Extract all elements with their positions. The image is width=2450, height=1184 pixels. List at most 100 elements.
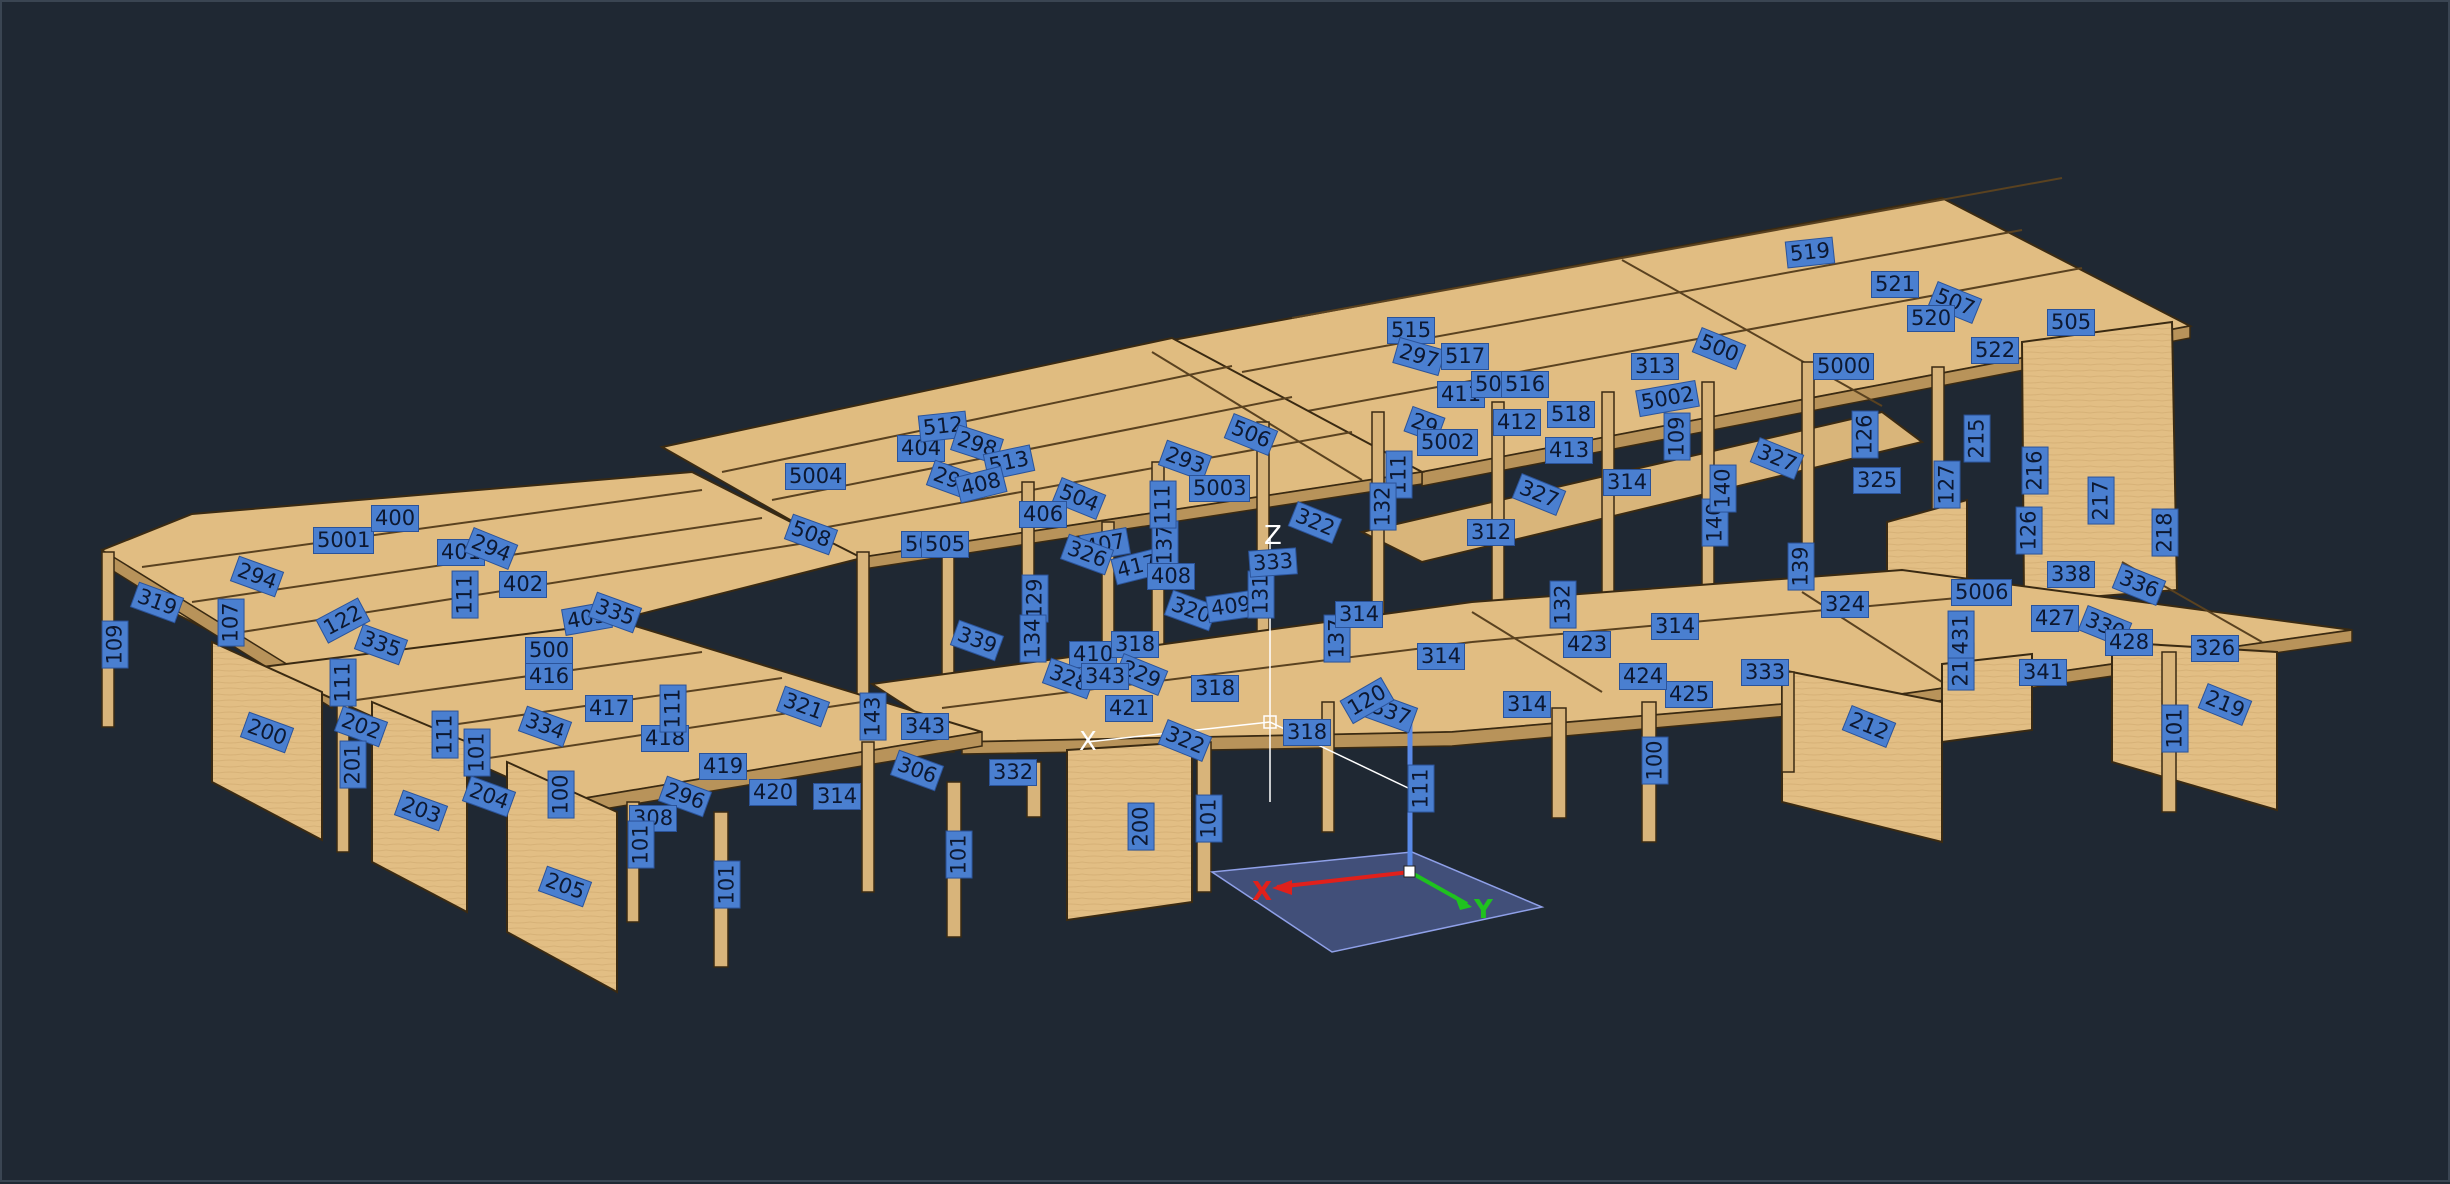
element-tag[interactable]: 408 — [1148, 564, 1195, 589]
element-tag[interactable]: 5004 — [786, 464, 846, 489]
element-tag[interactable]: 204 — [463, 776, 515, 817]
element-tag[interactable]: 100 — [548, 771, 574, 818]
element-tag[interactable]: 111 — [432, 711, 458, 758]
element-tag[interactable]: 419 — [700, 754, 747, 779]
element-tag[interactable]: 343 — [902, 714, 949, 739]
element-tag[interactable]: 516 — [1502, 372, 1549, 397]
element-tag[interactable]: 431 — [1948, 611, 1974, 658]
element-tag[interactable]: 505 — [2048, 310, 2095, 335]
element-tag[interactable]: 140 — [1710, 465, 1736, 512]
element-tag[interactable]: 420 — [750, 780, 797, 805]
element-tag[interactable]: 333 — [1249, 548, 1297, 577]
element-tag[interactable]: 312 — [1468, 520, 1515, 545]
element-tag[interactable]: 5002 — [1418, 430, 1478, 455]
element-tag[interactable]: 134 — [1020, 615, 1046, 662]
element-tag[interactable]: 131 — [1248, 571, 1274, 618]
element-tag[interactable]: 327 — [1512, 474, 1566, 515]
element-tag[interactable]: 107 — [218, 599, 244, 646]
element-tag[interactable]: 416 — [526, 664, 573, 689]
element-tag[interactable]: 139 — [1788, 543, 1814, 590]
element-tag[interactable]: 334 — [519, 706, 571, 747]
element-tag[interactable]: 111 — [1150, 481, 1176, 528]
element-tag[interactable]: 111 — [452, 571, 478, 618]
element-tag[interactable]: 341 — [2020, 660, 2067, 685]
element-tag[interactable]: 314 — [1504, 692, 1551, 717]
element-tag[interactable]: 5001 — [314, 528, 374, 553]
element-tag[interactable]: 417 — [586, 696, 633, 721]
element-tag[interactable]: 5003 — [1190, 476, 1250, 501]
element-tag[interactable]: 518 — [1548, 402, 1595, 427]
element-tag[interactable]: 111 — [330, 659, 356, 706]
element-tag[interactable]: 137 — [1152, 521, 1178, 568]
element-tag[interactable]: 101 — [628, 821, 654, 868]
element-tag[interactable]: 332 — [990, 760, 1037, 785]
element-tag[interactable]: 109 — [1664, 413, 1690, 460]
element-tag[interactable]: 203 — [395, 790, 447, 831]
element-tag[interactable]: 339 — [951, 620, 1003, 661]
element-tag[interactable]: 5002 — [1636, 381, 1700, 416]
element-tag[interactable]: 318 — [1192, 676, 1239, 701]
element-tag[interactable]: 202 — [335, 706, 387, 747]
element-tag[interactable]: 515 — [1388, 318, 1435, 343]
element-tag[interactable]: 313 — [1632, 354, 1679, 379]
element-tag[interactable]: 424 — [1620, 664, 1667, 689]
element-tag[interactable]: 101 — [946, 831, 972, 878]
element-tag[interactable]: 322 — [1288, 502, 1342, 543]
element-tag[interactable]: 101 — [1196, 795, 1222, 842]
element-tag[interactable]: 101 — [2162, 705, 2188, 752]
element-tag[interactable]: 335 — [355, 624, 407, 665]
element-tag[interactable]: 338 — [2048, 562, 2095, 587]
element-tag[interactable]: 421 — [1106, 696, 1153, 721]
element-tag[interactable]: 412 — [1494, 410, 1541, 435]
element-tag[interactable]: 521 — [1872, 272, 1919, 297]
element-tag[interactable]: 517 — [1442, 344, 1489, 369]
element-tag[interactable]: 500 — [1692, 328, 1746, 369]
element-tag[interactable]: 5000 — [1814, 354, 1874, 379]
element-tag[interactable]: 326 — [2192, 636, 2239, 661]
element-tag[interactable]: 217 — [2088, 477, 2114, 524]
element-tag[interactable]: 5006 — [1952, 580, 2012, 605]
element-tag[interactable]: 215 — [1964, 415, 1990, 462]
element-tag[interactable]: 126 — [1852, 411, 1878, 458]
element-tag[interactable]: 200 — [1128, 803, 1154, 850]
element-tag[interactable]: 314 — [1336, 602, 1383, 627]
element-tag[interactable]: 428 — [2106, 630, 2153, 655]
element-tag[interactable]: 500 — [526, 638, 573, 663]
element-tag[interactable]: 126 — [2016, 507, 2042, 554]
element-tag[interactable]: 423 — [1564, 632, 1611, 657]
element-tag[interactable]: 216 — [2022, 447, 2048, 494]
element-tag[interactable]: 519 — [1785, 237, 1835, 268]
element-tag[interactable]: 522 — [1972, 338, 2019, 363]
element-tag[interactable]: 314 — [1604, 470, 1651, 495]
element-tag[interactable]: 219 — [2198, 684, 2252, 725]
element-tag[interactable]: 101 — [714, 861, 740, 908]
element-tag[interactable]: 319 — [131, 582, 183, 623]
element-tag[interactable]: 200 — [241, 712, 293, 753]
element-tag[interactable]: 520 — [1908, 306, 1955, 331]
element-tag[interactable]: 111 — [660, 685, 686, 732]
element-tag[interactable]: 132 — [1370, 483, 1396, 530]
element-tag[interactable]: 322 — [1158, 720, 1212, 761]
element-tag[interactable]: 413 — [1546, 438, 1593, 463]
element-tag[interactable]: 508 — [785, 514, 837, 555]
element-tag[interactable]: 402 — [500, 572, 547, 597]
element-tag[interactable]: 318 — [1284, 720, 1331, 745]
element-tag[interactable]: 327 — [1750, 438, 1804, 479]
element-tag[interactable]: 212 — [1842, 706, 1896, 747]
element-tag[interactable]: 314 — [1652, 614, 1699, 639]
element-tag[interactable]: 143 — [860, 693, 886, 740]
element-tag[interactable]: 297 — [1393, 338, 1445, 375]
element-tag[interactable]: 400 — [372, 506, 419, 531]
element-tag[interactable]: 218 — [2152, 509, 2178, 556]
element-tag[interactable]: 100 — [1642, 737, 1668, 784]
element-tag[interactable]: 425 — [1666, 682, 1713, 707]
element-tag[interactable]: 293 — [1159, 440, 1211, 481]
element-tag[interactable]: 205 — [539, 866, 591, 907]
element-tag[interactable]: 333 — [1742, 660, 1789, 685]
element-tag[interactable]: 506 — [1224, 414, 1278, 455]
element-tag[interactable]: 318 — [1112, 632, 1159, 657]
element-tag[interactable]: 324 — [1822, 592, 1869, 617]
element-tag[interactable]: 314 — [1418, 644, 1465, 669]
element-tag[interactable]: 427 — [2032, 606, 2079, 631]
element-tag[interactable]: 325 — [1854, 468, 1901, 493]
